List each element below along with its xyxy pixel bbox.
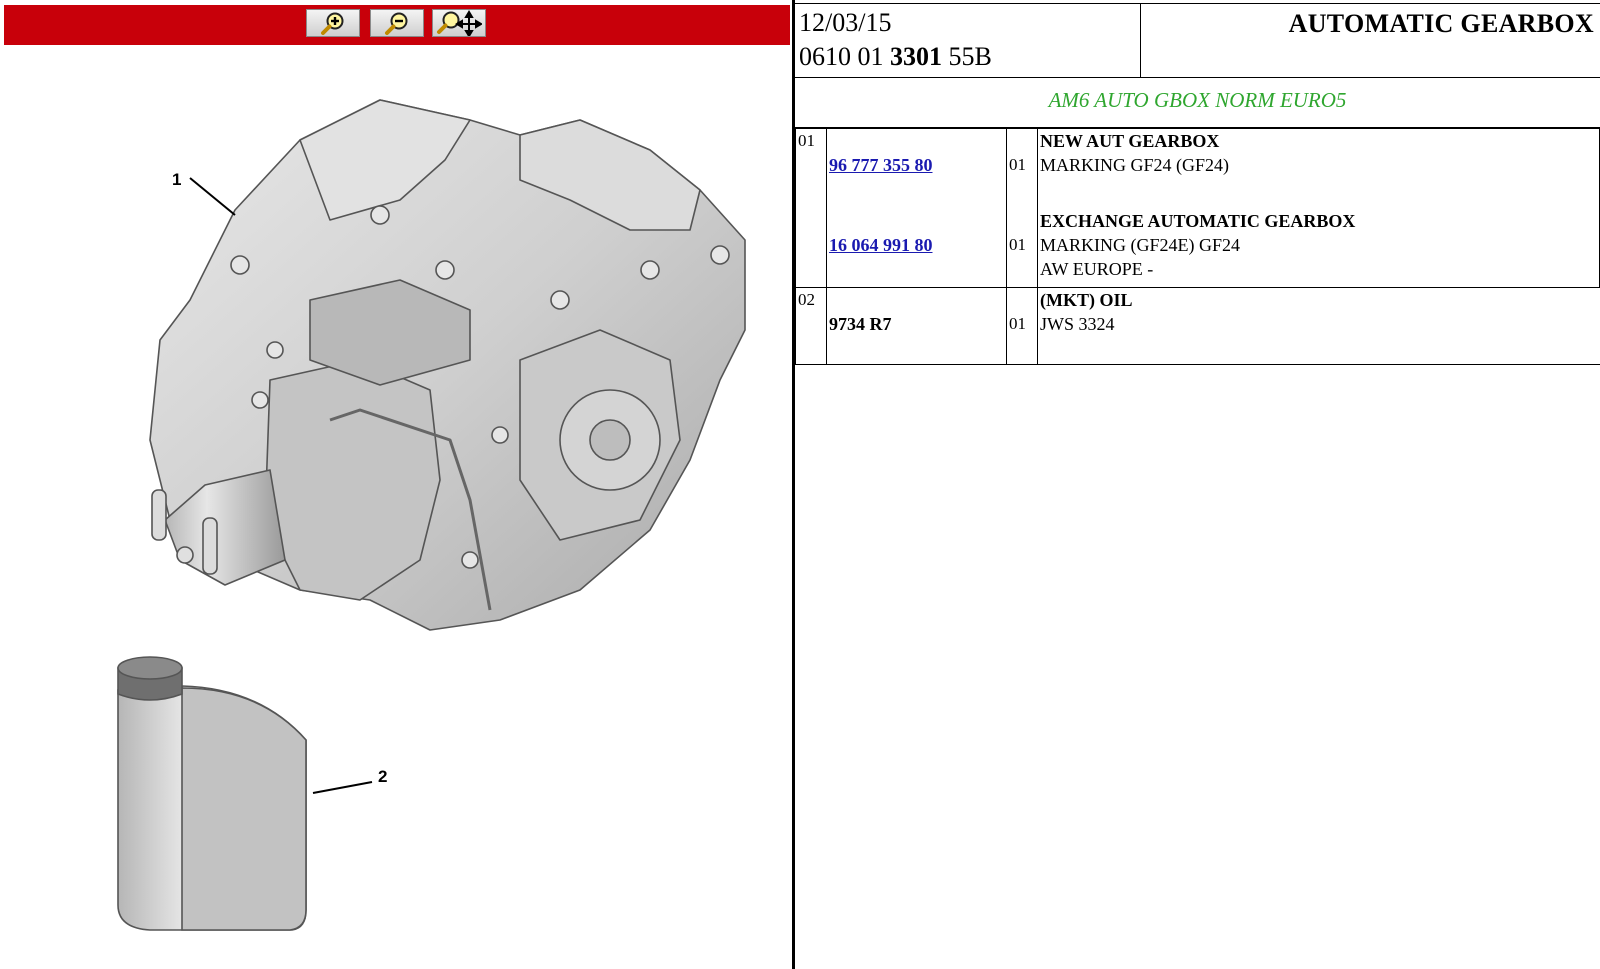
table-row: 02 9734 R7 01 (MKT) OIL JWS 3324 <box>795 287 1600 365</box>
callout-line-1 <box>189 177 236 216</box>
description-cell: NEW AUT GEARBOX MARKING GF24 (GF24) EXCH… <box>1037 128 1600 288</box>
quantity: 01 <box>1009 314 1026 333</box>
reference-number: 0610 01 3301 55B <box>799 42 992 72</box>
parts-table: 01 96 777 355 80 16 064 991 80 01 01 NEW… <box>795 128 1600 365</box>
description-cell: (MKT) OIL JWS 3324 <box>1037 287 1600 365</box>
part-number-cell: 9734 R7 <box>826 287 1007 365</box>
date-text: 12/03/15 <box>799 8 892 37</box>
part-description-title: EXCHANGE AUTOMATIC GEARBOX <box>1040 211 1356 231</box>
zoom-pan-icon <box>437 10 482 36</box>
callout-2[interactable]: 2 <box>378 767 387 786</box>
part-description-line: JWS 3324 <box>1040 314 1115 334</box>
part-number-cell: 96 777 355 80 16 064 991 80 <box>826 128 1007 288</box>
zoom-toolbar <box>4 5 790 45</box>
section-title: AM6 AUTO GBOX NORM EURO5 <box>1048 88 1347 112</box>
ref-prefix: 0610 01 <box>799 42 890 71</box>
item-number: 02 <box>795 287 827 365</box>
part-description-title: NEW AUT GEARBOX <box>1040 131 1220 151</box>
part-number-link[interactable]: 96 777 355 80 <box>829 155 933 175</box>
part-number-link[interactable]: 16 064 991 80 <box>829 235 933 255</box>
ref-bold: 3301 <box>890 42 942 71</box>
part-description-line: MARKING GF24 (GF24) <box>1040 155 1230 175</box>
zoom-in-icon <box>321 12 344 35</box>
parts-pane: 12/03/15 0610 01 3301 55B AUTOMATIC GEAR… <box>795 3 1600 969</box>
header-info: 12/03/15 0610 01 3301 55B <box>795 4 1141 77</box>
part-description-title: (MKT) OIL <box>1040 290 1133 310</box>
diagram-pane: 1 2 <box>0 0 792 969</box>
item-number: 01 <box>795 128 827 288</box>
part-description-line: AW EUROPE - <box>1040 259 1154 279</box>
quantity-cell: 01 01 <box>1006 128 1038 288</box>
header-block: 12/03/15 0610 01 3301 55B AUTOMATIC GEAR… <box>795 3 1600 78</box>
oil-can-illustration <box>117 656 307 931</box>
table-row: 01 96 777 355 80 16 064 991 80 01 01 NEW… <box>795 128 1600 288</box>
zoom-in-button[interactable] <box>306 9 360 37</box>
quantity: 01 <box>1009 155 1026 174</box>
quantity: 01 <box>1009 235 1026 254</box>
ref-suffix: 55B <box>942 42 992 71</box>
part-number: 9734 R7 <box>829 314 892 334</box>
page-title: AUTOMATIC GEARBOX <box>1288 9 1594 38</box>
callout-1[interactable]: 1 <box>172 170 181 189</box>
exploded-parts-diagram: 1 2 <box>117 99 746 931</box>
gearbox-illustration <box>149 99 746 631</box>
quantity-cell: 01 <box>1006 287 1038 365</box>
zoom-out-icon <box>385 12 408 35</box>
callout-line-2 <box>312 781 373 794</box>
zoom-out-button[interactable] <box>370 9 424 37</box>
part-description-line: MARKING (GF24E) GF24 <box>1040 235 1241 255</box>
zoom-pan-button[interactable] <box>432 9 486 37</box>
section-title-row: AM6 AUTO GBOX NORM EURO5 <box>795 78 1600 128</box>
